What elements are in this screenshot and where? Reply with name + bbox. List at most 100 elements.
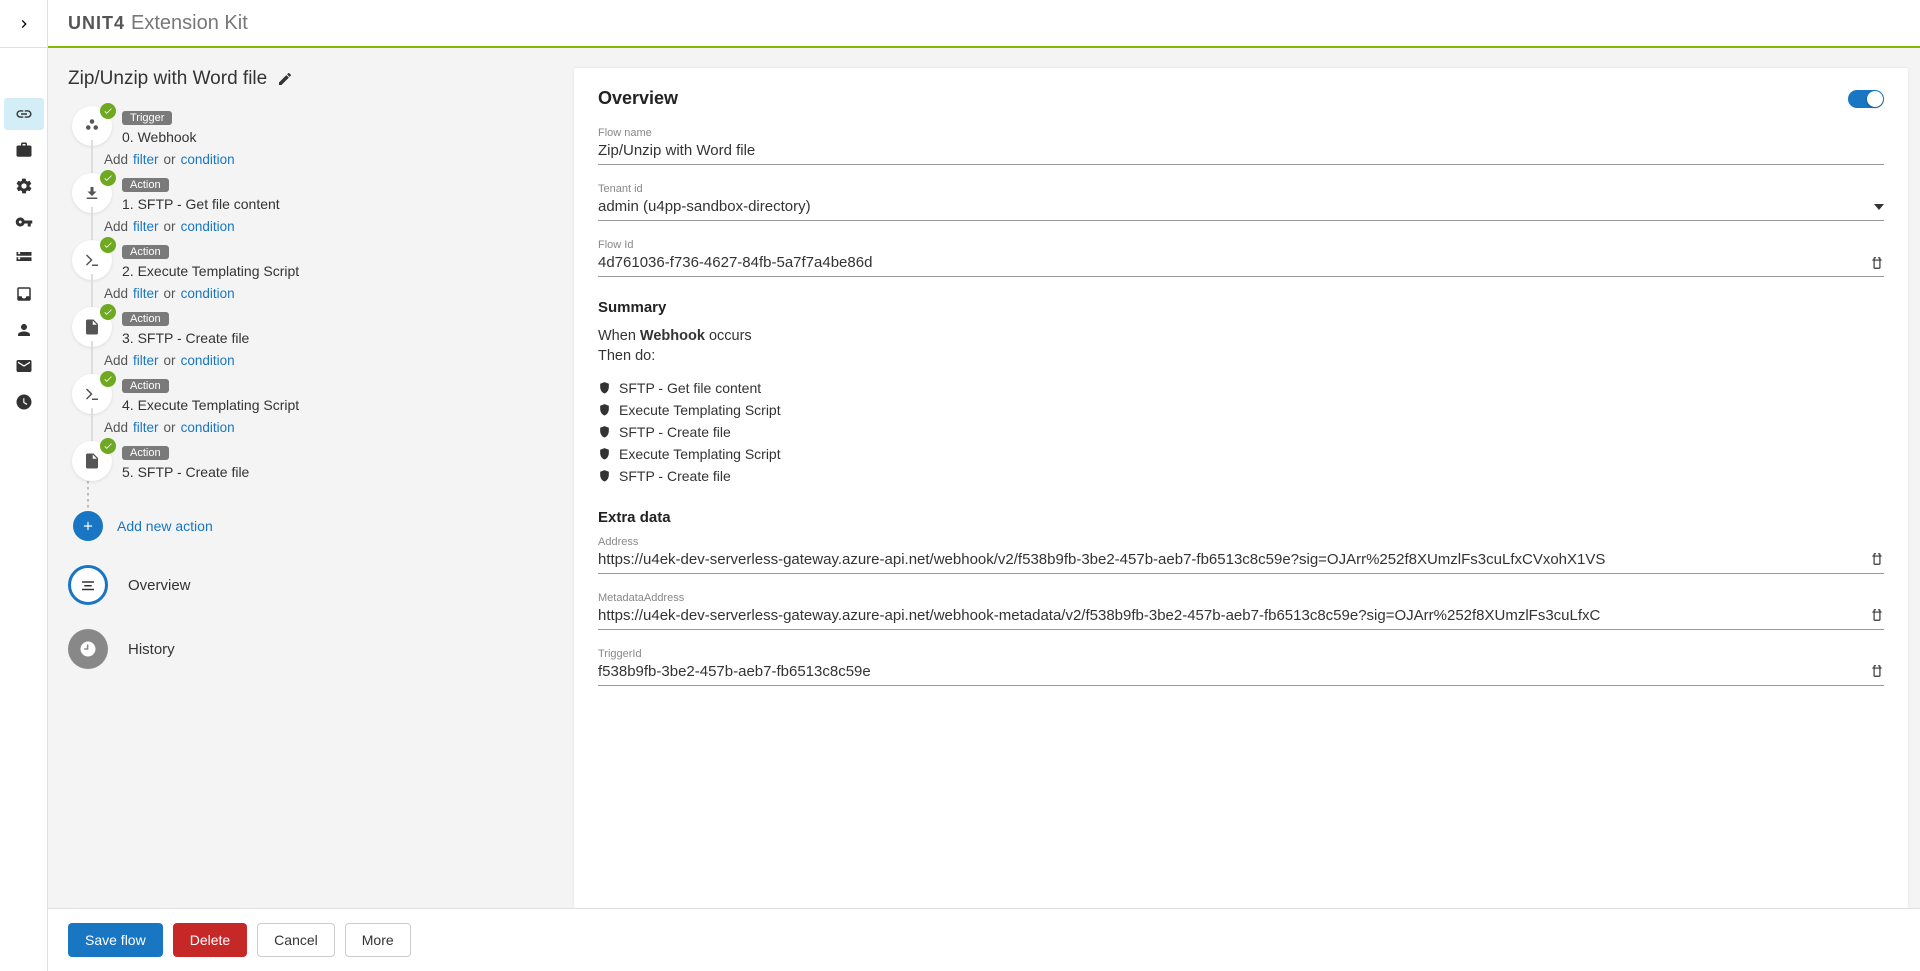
gauge-icon — [15, 393, 33, 411]
pencil-icon[interactable] — [277, 71, 293, 87]
flow-step[interactable]: Action 5. SFTP - Create file — [72, 441, 558, 481]
add-filter-row: Add filter or condition — [72, 146, 558, 173]
trigger-id-label: TriggerId — [598, 648, 1884, 660]
plus-icon — [81, 519, 95, 533]
address-label: Address — [598, 536, 1884, 548]
flow-enabled-toggle[interactable] — [1848, 90, 1884, 108]
more-button[interactable]: More — [345, 923, 411, 957]
flow-title: Zip/Unzip with Word file — [68, 68, 558, 90]
extra-data-heading: Extra data — [598, 509, 1884, 526]
server-icon — [15, 249, 33, 267]
add-action-label: Add new action — [117, 518, 213, 534]
add-new-action-button[interactable]: Add new action — [68, 511, 558, 541]
filter-link[interactable]: filter — [133, 353, 159, 368]
nav-messages[interactable] — [4, 350, 44, 382]
condition-link[interactable]: condition — [181, 152, 235, 167]
flow-id-field: Flow Id 4d761036-f736-4627-84fb-5a7f7a4b… — [598, 239, 1884, 277]
condition-link[interactable]: condition — [181, 420, 235, 435]
step-tag: Action — [122, 245, 169, 259]
step-label: 4. Execute Templating Script — [122, 397, 558, 413]
step-label: 0. Webhook — [122, 129, 558, 145]
step-label: 5. SFTP - Create file — [122, 464, 558, 480]
filter-or-label: or — [164, 420, 176, 435]
connector-line — [87, 481, 89, 511]
metadata-address-field: MetadataAddress https://u4ek-dev-serverl… — [598, 592, 1884, 630]
flow-id-label: Flow Id — [598, 239, 1884, 251]
cancel-button[interactable]: Cancel — [257, 923, 335, 957]
shield-icon — [598, 447, 611, 460]
brand-logo: UNIT4 — [68, 13, 125, 34]
trigger-id-value: f538b9fb-3be2-457b-aeb7-fb6513c8c59e — [598, 663, 871, 680]
nav-history-row[interactable]: History — [68, 629, 558, 669]
clock-icon — [79, 640, 97, 658]
nav-overview-row[interactable]: Overview — [68, 565, 558, 605]
nav-users[interactable] — [4, 314, 44, 346]
flow-step[interactable]: Action 3. SFTP - Create file — [72, 307, 558, 347]
filter-link[interactable]: filter — [133, 286, 159, 301]
nav-projects[interactable] — [4, 134, 44, 166]
condition-link[interactable]: condition — [181, 353, 235, 368]
filter-or-label: or — [164, 286, 176, 301]
flow-id-value: 4d761036-f736-4627-84fb-5a7f7a4be86d — [598, 254, 872, 271]
nav-history-label: History — [128, 641, 175, 658]
filter-add-label: Add — [104, 152, 128, 167]
lines-icon — [79, 576, 97, 594]
download-icon — [83, 184, 101, 202]
flow-steps-panel: Zip/Unzip with Word file Trigger 0. Webh… — [68, 68, 558, 908]
flow-step[interactable]: Action 2. Execute Templating Script — [72, 240, 558, 280]
save-flow-button[interactable]: Save flow — [68, 923, 163, 957]
check-badge-icon — [100, 103, 116, 119]
flow-name-value: Zip/Unzip with Word file — [598, 142, 755, 159]
copy-icon[interactable] — [1870, 256, 1884, 270]
filter-or-label: or — [164, 219, 176, 234]
user-icon — [15, 321, 33, 339]
footer-bar: Save flow Delete Cancel More — [48, 908, 1920, 971]
copy-icon[interactable] — [1870, 664, 1884, 678]
filter-link[interactable]: filter — [133, 420, 159, 435]
summary-item: SFTP - Create file — [598, 465, 1884, 487]
condition-link[interactable]: condition — [181, 219, 235, 234]
summary-heading: Summary — [598, 299, 1884, 316]
flow-step[interactable]: Action 1. SFTP - Get file content — [72, 173, 558, 213]
nav-inbox[interactable] — [4, 278, 44, 310]
left-nav-rail — [0, 0, 48, 971]
nav-keys[interactable] — [4, 206, 44, 238]
metadata-value: https://u4ek-dev-serverless-gateway.azur… — [598, 607, 1600, 624]
check-badge-icon — [100, 170, 116, 186]
nav-servers[interactable] — [4, 242, 44, 274]
file-icon — [83, 318, 101, 336]
flow-step[interactable]: Action 4. Execute Templating Script — [72, 374, 558, 414]
tenant-id-field[interactable]: Tenant id admin (u4pp-sandbox-directory) — [598, 183, 1884, 221]
condition-link[interactable]: condition — [181, 286, 235, 301]
step-tag: Action — [122, 312, 169, 326]
filter-link[interactable]: filter — [133, 219, 159, 234]
flow-title-text: Zip/Unzip with Word file — [68, 68, 267, 90]
flow-name-field[interactable]: Flow name Zip/Unzip with Word file — [598, 127, 1884, 165]
summary-item: SFTP - Get file content — [598, 377, 1884, 399]
mail-icon — [15, 357, 33, 375]
chevron-right-icon — [16, 16, 32, 32]
address-value: https://u4ek-dev-serverless-gateway.azur… — [598, 551, 1605, 568]
flow-name-label: Flow name — [598, 127, 1884, 139]
filter-add-label: Add — [104, 353, 128, 368]
shield-icon — [598, 425, 611, 438]
nav-overview-label: Overview — [128, 577, 191, 594]
add-filter-row: Add filter or condition — [72, 213, 558, 240]
top-bar: UNIT4 Extension Kit — [48, 0, 1920, 48]
nav-flows[interactable] — [4, 98, 44, 130]
copy-icon[interactable] — [1870, 552, 1884, 566]
step-tag: Action — [122, 379, 169, 393]
step-label: 2. Execute Templating Script — [122, 263, 558, 279]
address-field: Address https://u4ek-dev-serverless-gate… — [598, 536, 1884, 574]
step-tag: Action — [122, 446, 169, 460]
check-badge-icon — [100, 438, 116, 454]
delete-button[interactable]: Delete — [173, 923, 247, 957]
dropdown-icon[interactable] — [1874, 202, 1884, 212]
expand-sidebar-button[interactable] — [0, 0, 48, 48]
copy-icon[interactable] — [1870, 608, 1884, 622]
nav-dashboard[interactable] — [4, 386, 44, 418]
add-filter-row: Add filter or condition — [72, 280, 558, 307]
filter-link[interactable]: filter — [133, 152, 159, 167]
flow-step[interactable]: Trigger 0. Webhook — [72, 106, 558, 146]
nav-settings[interactable] — [4, 170, 44, 202]
